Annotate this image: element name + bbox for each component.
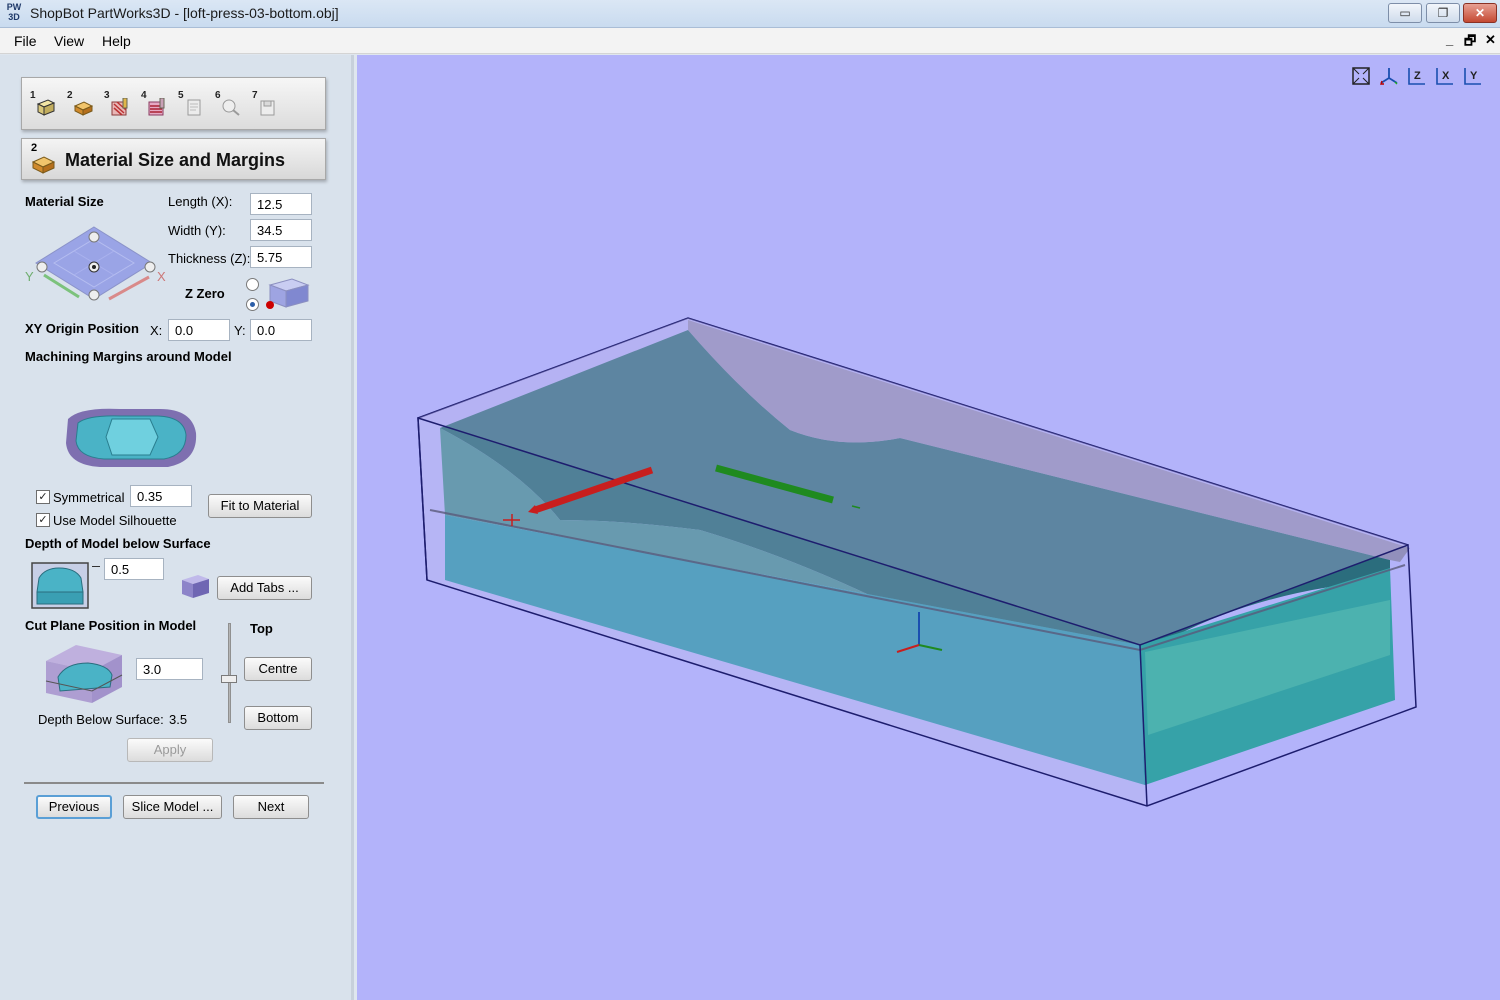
- thickness-field[interactable]: 5.75: [250, 246, 312, 268]
- previous-button[interactable]: Previous: [36, 795, 112, 819]
- origin-y-label: Y:: [234, 323, 246, 338]
- origin-x-label: X:: [150, 323, 163, 338]
- minimize-button[interactable]: ▭: [1388, 3, 1422, 23]
- step-1-number: 1: [30, 90, 36, 101]
- app-icon: PW 3D: [6, 2, 22, 22]
- width-label: Width (Y):: [168, 223, 226, 238]
- cut-plane-slider-thumb[interactable]: [221, 675, 237, 683]
- add-tabs-button[interactable]: Add Tabs ...: [217, 576, 312, 600]
- section-title: Material Size and Margins: [65, 150, 286, 170]
- z-zero-top-radio[interactable]: [246, 278, 259, 291]
- simulate-icon: [222, 99, 240, 116]
- axis-x-label: X: [157, 269, 166, 284]
- slice-model-button[interactable]: Slice Model ...: [123, 795, 222, 819]
- step-4-number: 4: [141, 90, 147, 101]
- cut-plane-slider-track[interactable]: [228, 623, 231, 723]
- step-6-button[interactable]: 6: [213, 90, 243, 120]
- apply-button[interactable]: Apply: [127, 738, 213, 762]
- mdi-restore-button[interactable]: 🗗: [1464, 32, 1476, 54]
- model-silhouette-preview: [66, 408, 197, 467]
- step-3-button[interactable]: 3: [102, 90, 132, 120]
- step-5-button[interactable]: 5: [176, 90, 206, 120]
- restore-button[interactable]: ❐: [1426, 3, 1460, 23]
- depth-field[interactable]: 0.5: [104, 558, 164, 580]
- symmetrical-checkbox[interactable]: ✓: [36, 490, 50, 504]
- window-title: ShopBot PartWorks3D - [loft-press-03-bot…: [30, 5, 339, 21]
- fit-to-material-button[interactable]: Fit to Material: [208, 494, 312, 518]
- menu-help[interactable]: Help: [102, 33, 131, 49]
- origin-x-field[interactable]: 0.0: [168, 319, 230, 341]
- material-size-icon: [73, 101, 93, 116]
- menu-file[interactable]: File: [14, 33, 37, 49]
- mdi-minimize-button[interactable]: _: [1446, 32, 1453, 47]
- step-toolbar: 1 2 3 4 5 6 7: [21, 77, 326, 130]
- mdi-close-button[interactable]: ✕: [1485, 32, 1496, 48]
- panel-divider: [24, 782, 324, 784]
- length-label: Length (X):: [168, 194, 233, 209]
- use-silhouette-label: Use Model Silhouette: [53, 513, 177, 528]
- depth-diagram: [31, 562, 89, 609]
- depth-below-surface-value: 3.5: [169, 712, 188, 727]
- section-header: 2 Material Size and Margins: [21, 138, 326, 180]
- z-zero-bottom-radio[interactable]: [246, 298, 259, 311]
- menu-bar: File View Help _ 🗗 ✕: [0, 28, 1500, 54]
- width-field[interactable]: 34.5: [250, 219, 312, 241]
- next-button[interactable]: Next: [233, 795, 309, 819]
- close-button[interactable]: ✕: [1463, 3, 1497, 23]
- step-1-button[interactable]: 1: [28, 90, 58, 120]
- length-field[interactable]: 12.5: [250, 193, 312, 215]
- material-origin-diagram: [35, 226, 156, 301]
- material-block-icon: [36, 99, 56, 116]
- model-3d-render: [417, 317, 1417, 807]
- margins-heading: Machining Margins around Model: [25, 349, 232, 364]
- xy-origin-heading: XY Origin Position: [25, 321, 139, 336]
- cut-plane-field[interactable]: 3.0: [136, 658, 203, 680]
- axis-y-label: Y: [25, 269, 34, 284]
- 3d-viewport[interactable]: Z X Y: [357, 55, 1500, 1000]
- step-2-number: 2: [67, 90, 73, 101]
- z-zero-block-icon: [266, 278, 310, 309]
- save-toolpath-icon: [260, 100, 275, 116]
- preview-icon: [187, 99, 201, 116]
- origin-y-field[interactable]: 0.0: [250, 319, 312, 341]
- title-bar[interactable]: PW 3D ShopBot PartWorks3D - [loft-press-…: [0, 0, 1500, 28]
- toolpath-roughing-icon: [111, 98, 128, 116]
- app-window: PW 3D ShopBot PartWorks3D - [loft-press-…: [0, 0, 1500, 1000]
- margin-field[interactable]: 0.35: [130, 485, 192, 507]
- thickness-label: Thickness (Z):: [168, 251, 251, 266]
- menu-view[interactable]: View: [54, 33, 84, 49]
- step-7-number: 7: [252, 90, 258, 101]
- top-label: Top: [250, 621, 273, 636]
- step-5-number: 5: [178, 90, 184, 101]
- symmetrical-label: Symmetrical: [53, 490, 125, 505]
- tab-block-icon: [182, 575, 209, 598]
- step-6-number: 6: [215, 90, 221, 101]
- use-silhouette-checkbox[interactable]: ✓: [36, 513, 50, 527]
- step-7-button[interactable]: 7: [250, 90, 280, 120]
- toolpath-finishing-icon: [148, 98, 165, 116]
- z-zero-label: Z Zero: [185, 286, 225, 301]
- step-4-button[interactable]: 4: [139, 90, 169, 120]
- step-3-number: 3: [104, 90, 110, 101]
- depth-marker-line: [92, 566, 100, 567]
- cut-plane-heading: Cut Plane Position in Model: [25, 618, 197, 633]
- left-panel: 1 2 3 4 5 6 7 2 Material Size and Margin…: [0, 55, 354, 1000]
- centre-button[interactable]: Centre: [244, 657, 312, 681]
- bottom-button[interactable]: Bottom: [244, 706, 312, 730]
- material-size-icon: [31, 156, 56, 174]
- depth-below-surface-label: Depth Below Surface:: [38, 712, 164, 727]
- depth-heading: Depth of Model below Surface: [25, 536, 211, 551]
- cut-plane-diagram: [45, 645, 123, 703]
- step-2-button[interactable]: 2: [65, 90, 95, 120]
- material-size-heading: Material Size: [25, 194, 104, 209]
